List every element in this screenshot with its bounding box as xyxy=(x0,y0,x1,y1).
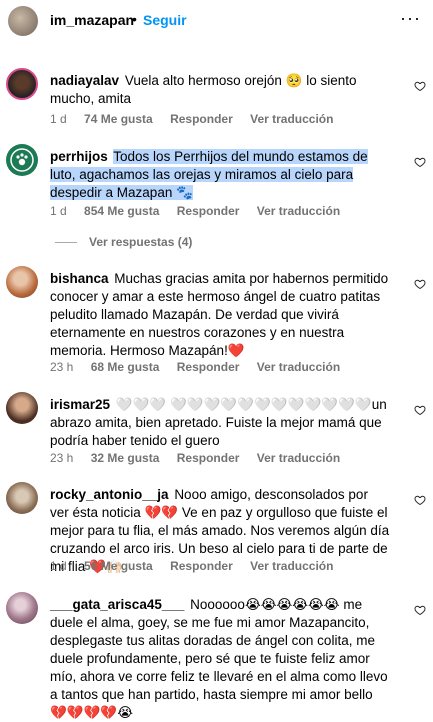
comment-meta: 1 d 74 Me gusta Responder Ver traducción xyxy=(50,112,347,126)
comment-body: perrhijos Todos los Perrhijos del mundo … xyxy=(50,148,390,202)
commenter-avatar[interactable] xyxy=(6,592,38,624)
heart-icon[interactable] xyxy=(414,404,426,416)
view-replies-button[interactable]: Ver respuestas (4) xyxy=(55,235,192,249)
commenter-avatar[interactable] xyxy=(6,392,38,424)
comment-username[interactable]: bishanca xyxy=(50,271,109,286)
heart-icon[interactable] xyxy=(414,80,426,92)
translate-button[interactable]: Ver traducción xyxy=(250,559,333,573)
comment-likes[interactable]: 32 Me gusta xyxy=(91,451,160,465)
comment-meta: 1 d 56 Me gusta Responder Ver traducción xyxy=(50,559,347,573)
reply-button[interactable]: Responder xyxy=(177,451,240,465)
comment-body: ___gata_arisca45___ Noooooo😭😭😭😭😭😭 me due… xyxy=(50,596,390,722)
heart-icon[interactable] xyxy=(414,156,426,168)
comment-time: 23 h xyxy=(50,451,74,465)
more-options-icon[interactable]: ··· xyxy=(400,8,421,29)
comment-time: 1 d xyxy=(50,559,67,573)
paw-logo-icon xyxy=(10,148,34,172)
heart-icon[interactable] xyxy=(414,278,426,290)
translate-button[interactable]: Ver traducción xyxy=(257,360,340,374)
comment-username[interactable]: perrhijos xyxy=(50,149,108,164)
commenter-avatar[interactable] xyxy=(6,68,38,100)
heart-icon[interactable] xyxy=(414,494,426,506)
comment-likes[interactable]: 74 Me gusta xyxy=(84,112,153,126)
author-avatar[interactable] xyxy=(8,6,38,36)
comment-username[interactable]: rocky_antonio__ja xyxy=(50,487,169,502)
comment-time: 1 d xyxy=(50,204,67,218)
comment-time: 23 h xyxy=(50,360,74,374)
comment-body: bishanca Muchas gracias amita por habern… xyxy=(50,270,390,360)
comment-body: nadiayalav Vuela alto hermoso orejón 🥺 l… xyxy=(50,72,390,108)
comment-username[interactable]: irismar25 xyxy=(50,397,110,412)
comment-time: 1 d xyxy=(50,112,67,126)
comment-body: irismar25 🤍🤍🤍 🤍🤍🤍🤍🤍🤍🤍🤍🤍🤍🤍🤍un abrazo amit… xyxy=(50,396,390,450)
translate-button[interactable]: Ver traducción xyxy=(257,451,340,465)
reply-button[interactable]: Responder xyxy=(177,360,240,374)
commenter-avatar[interactable] xyxy=(6,144,38,176)
commenter-avatar[interactable] xyxy=(6,482,38,514)
reply-button[interactable]: Responder xyxy=(170,112,233,126)
comment-username[interactable]: nadiayalav xyxy=(50,73,119,88)
reply-button[interactable]: Responder xyxy=(170,559,233,573)
translate-button[interactable]: Ver traducción xyxy=(250,112,333,126)
author-username[interactable]: im_mazapan xyxy=(50,12,134,28)
view-replies-label: Ver respuestas (4) xyxy=(89,235,193,249)
replies-divider xyxy=(55,242,77,244)
post-header: im_mazapan • Seguir ··· xyxy=(0,0,433,42)
comment-likes[interactable]: 854 Me gusta xyxy=(84,204,159,218)
follow-button[interactable]: Seguir xyxy=(143,12,187,28)
heart-icon[interactable] xyxy=(414,604,426,616)
comment-username[interactable]: ___gata_arisca45___ xyxy=(50,597,184,612)
comment-likes[interactable]: 56 Me gusta xyxy=(84,559,153,573)
separator-dot: • xyxy=(132,11,137,27)
comment-text: Noooooo😭😭😭😭😭😭 me duele el alma, goey, se… xyxy=(50,597,388,720)
reply-button[interactable]: Responder xyxy=(177,204,240,218)
comment-meta: 23 h 68 Me gusta Responder Ver traducció… xyxy=(50,360,354,374)
commenter-avatar[interactable] xyxy=(6,266,38,298)
translate-button[interactable]: Ver traducción xyxy=(257,204,340,218)
comment-meta: 1 d 854 Me gusta Responder Ver traducció… xyxy=(50,204,354,218)
comment-meta: 23 h 32 Me gusta Responder Ver traducció… xyxy=(50,451,354,465)
comment-likes[interactable]: 68 Me gusta xyxy=(91,360,160,374)
